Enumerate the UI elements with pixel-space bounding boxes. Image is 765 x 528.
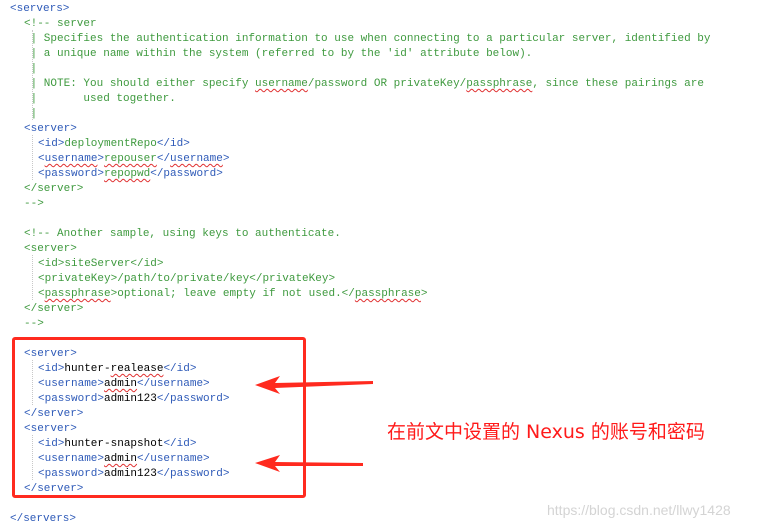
watermark: https://blog.csdn.net/llwy1428 (547, 502, 731, 518)
arrow-icon (255, 455, 363, 472)
annotation-label: 在前文中设置的 Nexus 的账号和密码 (387, 421, 705, 443)
arrow-icon (255, 376, 373, 394)
annotation-arrows (255, 376, 373, 472)
